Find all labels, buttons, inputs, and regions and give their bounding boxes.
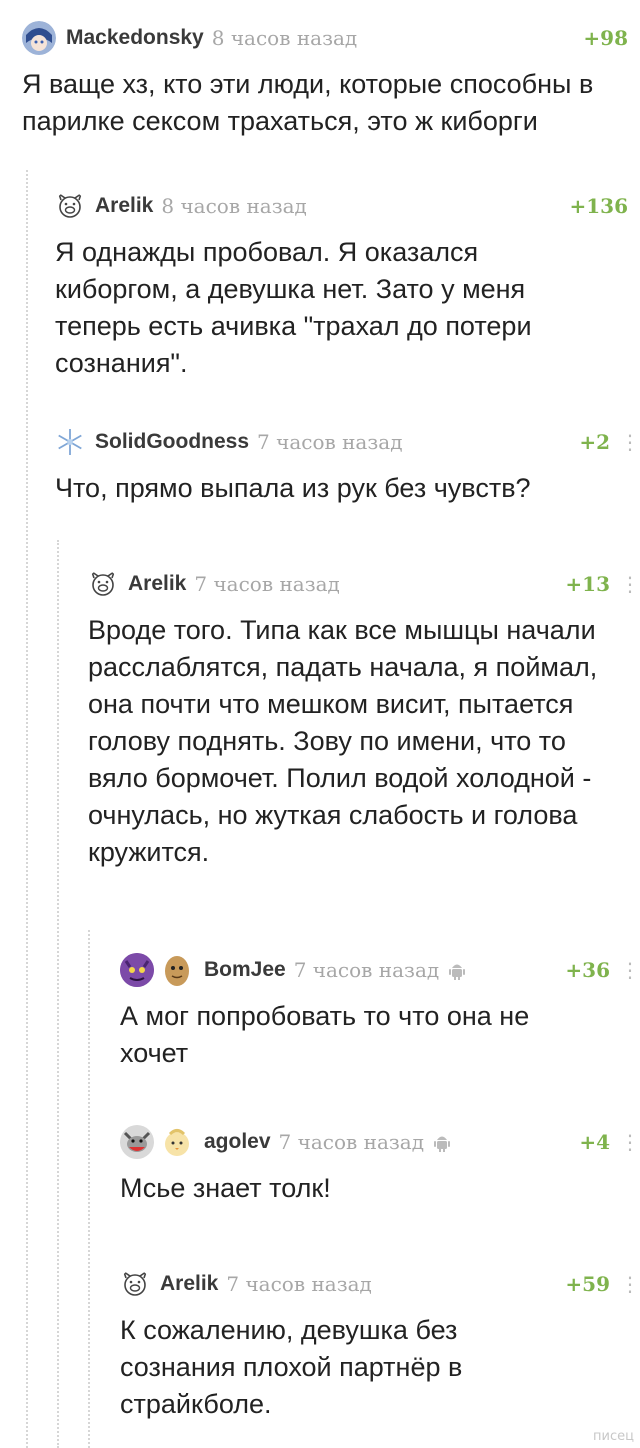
comment-text: Я ваще хз, кто эти люди, которые способн… xyxy=(22,69,594,136)
more-options-icon[interactable]: ⋮ xyxy=(620,430,640,455)
snowflake-avatar-icon[interactable] xyxy=(55,427,85,457)
timestamp[interactable]: 7 часов назад xyxy=(194,572,340,596)
more-options-icon[interactable]: ⋮ xyxy=(620,572,640,597)
thread-line xyxy=(57,540,59,1448)
android-icon xyxy=(449,960,466,980)
timestamp[interactable]: 8 часов назад xyxy=(161,194,307,218)
timestamp[interactable]: 7 часов назад xyxy=(294,958,440,982)
comment-header: Mackedonsky 8 часов назад +98 xyxy=(22,18,628,58)
pig-avatar-icon[interactable] xyxy=(88,569,118,599)
wolf-avatar-icon[interactable] xyxy=(120,1125,154,1159)
timestamp[interactable]: 7 часов назад xyxy=(226,1272,372,1296)
pig-avatar-icon[interactable] xyxy=(55,191,85,221)
username[interactable]: Mackedonsky xyxy=(66,26,204,50)
comment: Arelik 7 часов назад +13 ⋮ Вроде того. Т… xyxy=(88,564,640,871)
comment-header: Arelik 7 часов назад +59 ⋮ xyxy=(120,1264,640,1304)
thread-line xyxy=(26,170,28,1448)
comment-header: BomJee 7 часов назад +36 ⋮ xyxy=(120,950,640,990)
chick-avatar-icon[interactable] xyxy=(160,1125,194,1159)
comment-text: Мсье знает толк! xyxy=(120,1173,331,1203)
android-icon xyxy=(434,1132,451,1152)
comment: SolidGoodness 7 часов назад +2 ⋮ Что, пр… xyxy=(55,422,640,507)
timestamp[interactable]: 7 часов назад xyxy=(279,1130,425,1154)
rating: +2 xyxy=(579,430,610,454)
comment: BomJee 7 часов назад +36 ⋮ А мог попробо… xyxy=(120,950,640,1072)
rating: +59 xyxy=(565,1272,610,1296)
thread-line xyxy=(88,930,90,1448)
comment-header: agolev 7 часов назад +4 ⋮ xyxy=(120,1122,640,1162)
comment-header: Arelik 8 часов назад +136 xyxy=(55,186,628,226)
rating: +13 xyxy=(565,572,610,596)
comment-text: Я однажды пробовал. Я оказался киборгом,… xyxy=(55,237,532,378)
comment-text: К сожалению, девушка без сознания плохой… xyxy=(120,1315,463,1419)
comment: agolev 7 часов назад +4 ⋮ Мсье знает тол… xyxy=(120,1122,640,1207)
username[interactable]: Arelik xyxy=(128,572,186,596)
purple-monster-avatar-icon[interactable] xyxy=(120,953,154,987)
username[interactable]: agolev xyxy=(204,1130,271,1154)
rating: +136 xyxy=(569,194,628,218)
username[interactable]: Arelik xyxy=(95,194,153,218)
potato-avatar-icon[interactable] xyxy=(160,953,194,987)
comment-text: А мог попробовать то что она не хочет xyxy=(120,1001,530,1068)
comment-text: Что, прямо выпала из рук без чувств? xyxy=(55,473,531,503)
comment-header: Arelik 7 часов назад +13 ⋮ xyxy=(88,564,640,604)
anime-avatar-icon[interactable] xyxy=(22,21,56,55)
comment-text: Вроде того. Типа как все мышцы начали ра… xyxy=(88,615,598,867)
rating: +4 xyxy=(579,1130,610,1154)
username[interactable]: Arelik xyxy=(160,1272,218,1296)
comment: Arelik 7 часов назад +59 ⋮ К сожалению, … xyxy=(120,1264,640,1423)
comment-header: SolidGoodness 7 часов назад +2 ⋮ xyxy=(55,422,640,462)
more-options-icon[interactable]: ⋮ xyxy=(620,958,640,983)
pig-avatar-icon[interactable] xyxy=(120,1269,150,1299)
username[interactable]: SolidGoodness xyxy=(95,430,249,454)
more-options-icon[interactable]: ⋮ xyxy=(620,1272,640,1297)
username[interactable]: BomJee xyxy=(204,958,286,982)
comment: Mackedonsky 8 часов назад +98 Я ваще хз,… xyxy=(22,18,628,140)
more-options-icon[interactable]: ⋮ xyxy=(620,1130,640,1155)
timestamp[interactable]: 8 часов назад xyxy=(212,26,358,50)
watermark: писец xyxy=(593,1429,634,1444)
rating: +36 xyxy=(565,958,610,982)
comment: Arelik 8 часов назад +136 Я однажды проб… xyxy=(55,186,628,382)
rating: +98 xyxy=(583,26,628,50)
timestamp[interactable]: 7 часов назад xyxy=(257,430,403,454)
